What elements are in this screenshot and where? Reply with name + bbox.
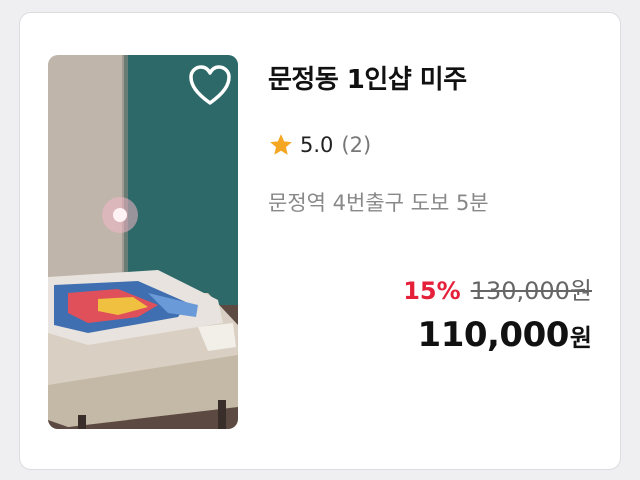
original-price: 130,000원	[470, 277, 592, 305]
review-count: (2)	[341, 133, 372, 157]
rating-row: 5.0 (2)	[268, 127, 371, 163]
final-price: 110,000	[417, 315, 570, 355]
listing-card[interactable]: 문정동 1인샵 미주 5.0 (2) 문정역 4번출구 도보 5분 15% 13…	[19, 12, 621, 470]
massage-room-photo	[48, 55, 238, 429]
listing-title[interactable]: 문정동 1인샵 미주	[268, 59, 467, 96]
price-row: 15% 130,000원	[403, 271, 592, 306]
listing-thumbnail[interactable]	[48, 55, 238, 429]
star-icon	[270, 134, 292, 155]
rating-score: 5.0	[300, 133, 334, 157]
discount-rate: 15%	[403, 277, 461, 305]
location-text: 문정역 4번출구 도보 5분	[268, 191, 489, 215]
favorite-heart-icon[interactable]	[188, 65, 232, 107]
final-price-row: 110,000 원	[418, 315, 592, 355]
final-price-unit: 원	[569, 324, 592, 352]
